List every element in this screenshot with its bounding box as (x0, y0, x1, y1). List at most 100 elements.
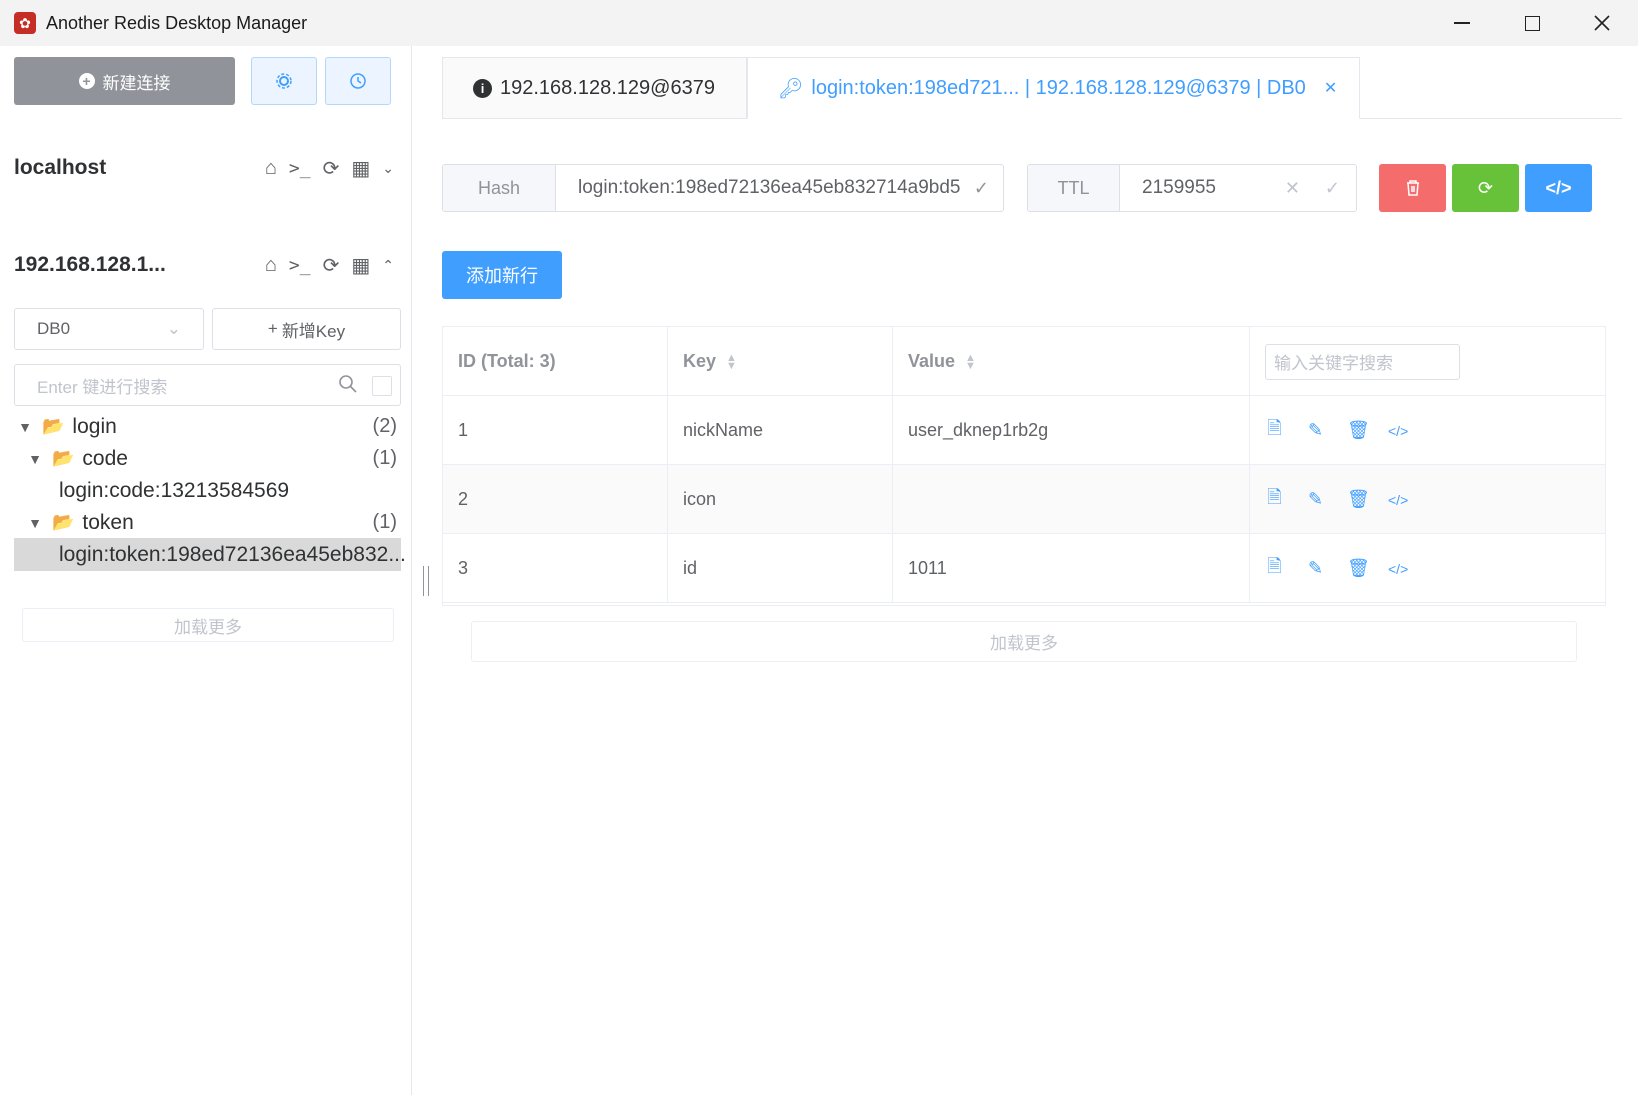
document-icon[interactable]: 🗎 (1265, 554, 1284, 584)
tree-folder-token[interactable]: ▼ 📂 token (1) (14, 506, 401, 539)
refresh-icon[interactable]: ⟳ (323, 156, 340, 181)
tree-count: (1) (372, 511, 397, 533)
add-row-label: 添加新行 (466, 266, 538, 286)
key-search-input[interactable]: Enter 键进行搜索 (14, 364, 401, 406)
code-icon[interactable]: </> (1388, 423, 1408, 439)
tab-label: login:token:198ed721... | 192.168.128.12… (811, 76, 1306, 99)
cell-key: icon (668, 465, 893, 534)
tab-label: 192.168.128.129@6379 (500, 76, 715, 99)
load-more-label: 加载更多 (990, 634, 1058, 653)
table-row: 3 id 1011 🗎 ✎ 🗑 </> (443, 534, 1605, 603)
maximize-button[interactable] (1497, 0, 1567, 46)
cell-id: 1 (443, 396, 668, 465)
edit-icon[interactable]: ✎ (1306, 489, 1325, 510)
chevron-down-icon: ▼ (28, 450, 42, 467)
chevron-down-icon: ▼ (28, 514, 42, 531)
hash-table: ID (Total: 3) Key ▲ ▼ Value ▲ ▼ 输入关键字搜索 1 … (442, 326, 1606, 606)
grid-icon[interactable]: ▦ (351, 156, 370, 181)
new-key-button[interactable]: + 新增Key (212, 308, 401, 350)
document-icon[interactable]: 🗎 (1265, 485, 1284, 515)
exact-search-checkbox[interactable] (372, 376, 392, 396)
key-icon: 🔑︎ (778, 77, 804, 100)
tree-folder-login[interactable]: ▼ 📂 login (2) (14, 410, 401, 443)
db-select[interactable]: DB0 ⌄ (14, 308, 204, 350)
minimize-button[interactable] (1427, 0, 1497, 46)
folder-open-icon: 📂 (52, 512, 75, 532)
refresh-key-button[interactable]: ⟳ (1452, 164, 1519, 212)
terminal-icon[interactable]: >_ (289, 158, 311, 179)
tree-label: token (82, 510, 134, 534)
delete-key-button[interactable] (1379, 164, 1446, 212)
tab-key-detail[interactable]: 🔑︎ login:token:198ed721... | 192.168.128… (747, 57, 1360, 119)
key-name-group: Hash login:token:198ed72136ea45eb832714a… (442, 164, 1004, 212)
sidebar: + 新建连接 localhost ⌂ >_ ⟳ ▦ ⌄ 192.168.128.… (0, 46, 412, 1095)
tree-label: login (72, 414, 117, 438)
sidebar-resize-handle[interactable] (423, 566, 429, 596)
close-icon (1594, 15, 1610, 31)
tree-key-login-token[interactable]: login:token:198ed72136ea45eb832... (14, 538, 406, 571)
settings-button[interactable] (251, 57, 317, 105)
key-name-value: login:token:198ed72136ea45eb832714a9bd5 (578, 177, 961, 198)
key-name-input[interactable]: login:token:198ed72136ea45eb832714a9bd5 … (556, 165, 1003, 211)
trash-icon[interactable]: 🗑 (1347, 489, 1370, 510)
cell-key: nickName (668, 396, 893, 465)
edit-icon[interactable]: ✎ (1306, 558, 1325, 579)
load-more-keys-button[interactable]: 加载更多 (22, 608, 394, 642)
search-icon[interactable] (338, 374, 358, 400)
table-header-row: ID (Total: 3) Key ▲ ▼ Value ▲ ▼ 输入关键字搜索 (443, 327, 1605, 396)
minimize-icon (1454, 22, 1470, 24)
ttl-input[interactable]: 2159955 ✕ ✓ (1120, 165, 1356, 211)
column-header-value[interactable]: Value ▲ ▼ (893, 327, 1250, 396)
connection-192-168-128-1[interactable]: 192.168.128.1... ⌂ >_ ⟳ ▦ ⌃ (14, 245, 394, 285)
table-row: 1 nickName user_dknep1rb2g 🗎 ✎ 🗑 </> (443, 396, 1605, 465)
tab-connection-info[interactable]: i 192.168.128.129@6379 (442, 57, 747, 119)
tree-count: (2) (372, 415, 397, 437)
close-window-button[interactable] (1567, 0, 1637, 46)
ttl-group: TTL 2159955 ✕ ✓ (1027, 164, 1357, 212)
code-icon[interactable]: </> (1388, 561, 1408, 577)
table-search-input[interactable]: 输入关键字搜索 (1265, 343, 1460, 380)
cell-value: user_dknep1rb2g (893, 396, 1250, 465)
add-row-button[interactable]: 添加新行 (442, 251, 562, 299)
new-connection-label: 新建连接 (102, 73, 171, 93)
document-icon[interactable]: 🗎 (1265, 416, 1284, 446)
clear-icon[interactable]: ✕ (1285, 178, 1300, 199)
cell-id: 2 (443, 465, 668, 534)
tree-key-login-code[interactable]: login:code:13213584569 (14, 474, 401, 507)
ttl-value: 2159955 (1142, 177, 1216, 198)
sort-icon[interactable]: ▲ ▼ (965, 352, 976, 371)
check-icon[interactable]: ✓ (969, 177, 989, 199)
sort-icon[interactable]: ▲ ▼ (726, 352, 737, 371)
folder-open-icon: 📂 (42, 416, 65, 436)
gear-icon (276, 73, 292, 89)
code-icon[interactable]: </> (1388, 492, 1408, 508)
command-log-button[interactable] (325, 57, 391, 105)
plus-circle-icon: + (78, 73, 95, 89)
check-icon[interactable]: ✓ (1325, 178, 1340, 199)
column-header-key[interactable]: Key ▲ ▼ (668, 327, 893, 396)
load-more-label: 加载更多 (174, 617, 242, 637)
cell-value: 1011 (893, 534, 1250, 603)
refresh-icon[interactable]: ⟳ (323, 253, 340, 278)
refresh-icon: ⟳ (1477, 177, 1494, 198)
home-icon[interactable]: ⌂ (265, 157, 277, 180)
tree-folder-code[interactable]: ▼ 📂 code (1) (14, 442, 401, 475)
grid-icon[interactable]: ▦ (351, 253, 370, 278)
tab-close-icon[interactable]: ✕ (1324, 78, 1337, 98)
chevron-down-icon[interactable]: ⌄ (382, 160, 394, 177)
connection-name: localhost (14, 156, 107, 179)
folder-open-icon: 📂 (52, 448, 75, 468)
connection-localhost[interactable]: localhost ⌂ >_ ⟳ ▦ ⌄ (14, 148, 394, 188)
load-more-rows-button[interactable]: 加载更多 (471, 621, 1577, 662)
dump-command-button[interactable]: </> (1525, 164, 1592, 212)
column-header-id: ID (Total: 3) (443, 327, 668, 396)
chevron-down-icon: ▼ (18, 418, 32, 435)
home-icon[interactable]: ⌂ (265, 254, 277, 277)
trash-icon[interactable]: 🗑 (1347, 420, 1370, 441)
cell-value (893, 465, 1250, 534)
edit-icon[interactable]: ✎ (1306, 420, 1325, 441)
trash-icon[interactable]: 🗑 (1347, 558, 1370, 579)
chevron-up-icon[interactable]: ⌃ (382, 257, 394, 274)
new-connection-button[interactable]: + 新建连接 (14, 57, 235, 105)
terminal-icon[interactable]: >_ (289, 255, 311, 276)
